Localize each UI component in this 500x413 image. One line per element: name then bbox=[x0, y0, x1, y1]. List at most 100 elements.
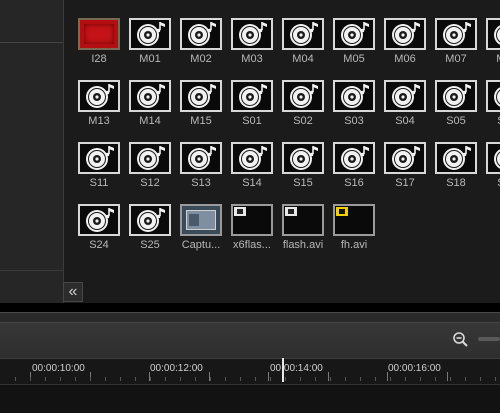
ruler-tick bbox=[387, 372, 388, 381]
tick-label: 00:00:12:00 bbox=[150, 363, 203, 374]
ruler-minor-tick bbox=[210, 377, 211, 381]
media-item[interactable]: M02 bbox=[177, 17, 227, 75]
media-item[interactable]: S25 bbox=[126, 203, 176, 261]
ruler-minor-tick bbox=[180, 377, 181, 381]
music-disc-icon bbox=[486, 18, 500, 50]
media-item[interactable]: flash.avi bbox=[279, 203, 329, 261]
media-item[interactable]: S19 bbox=[483, 141, 500, 199]
left-panel bbox=[0, 0, 64, 303]
timeline-playhead[interactable] bbox=[282, 358, 284, 382]
media-item[interactable]: M13 bbox=[75, 79, 125, 137]
music-disc-icon bbox=[435, 142, 477, 174]
media-item[interactable]: M03 bbox=[228, 17, 278, 75]
media-item[interactable]: S05 bbox=[432, 79, 482, 137]
ruler-minor-tick bbox=[375, 377, 376, 381]
music-disc-icon bbox=[231, 18, 273, 50]
media-item[interactable]: M14 bbox=[126, 79, 176, 137]
media-item[interactable]: S13 bbox=[177, 141, 227, 199]
ruler-minor-tick bbox=[465, 377, 466, 381]
ruler-minor-tick bbox=[165, 377, 166, 381]
music-disc-icon bbox=[384, 18, 426, 50]
music-disc-icon bbox=[282, 142, 324, 174]
music-disc-icon bbox=[486, 142, 500, 174]
ruler-minor-tick bbox=[75, 377, 76, 381]
media-item[interactable]: x6flas... bbox=[228, 203, 278, 261]
collapse-panel-button[interactable]: « bbox=[63, 282, 83, 302]
music-disc-icon bbox=[384, 142, 426, 174]
timeline-toolbar bbox=[0, 312, 500, 358]
media-item[interactable]: S14 bbox=[228, 141, 278, 199]
ruler-tick bbox=[447, 372, 448, 381]
music-disc-icon bbox=[384, 80, 426, 112]
ruler-minor-tick bbox=[195, 377, 196, 381]
ruler-minor-tick bbox=[300, 377, 301, 381]
media-item[interactable]: S24 bbox=[75, 203, 125, 261]
ruler-minor-tick bbox=[15, 377, 16, 381]
toolbar-strip bbox=[0, 313, 500, 323]
media-item-label: S19 bbox=[477, 177, 500, 189]
ruler-minor-tick bbox=[315, 377, 316, 381]
music-disc-icon bbox=[435, 18, 477, 50]
media-item[interactable]: M04 bbox=[279, 17, 329, 75]
media-item[interactable]: M06 bbox=[381, 17, 431, 75]
ruler-tick bbox=[328, 372, 329, 381]
ruler-minor-tick bbox=[225, 377, 226, 381]
media-item[interactable]: S16 bbox=[330, 141, 380, 199]
music-disc-icon bbox=[180, 80, 222, 112]
tick-label: 00:00:16:00 bbox=[388, 363, 441, 374]
media-item[interactable]: M05 bbox=[330, 17, 380, 75]
ruler-tick bbox=[268, 372, 269, 381]
media-item[interactable]: Captu... bbox=[177, 203, 227, 261]
media-item[interactable]: S18 bbox=[432, 141, 482, 199]
ruler-minor-tick bbox=[135, 377, 136, 381]
media-item[interactable]: S02 bbox=[279, 79, 329, 137]
music-disc-icon bbox=[78, 142, 120, 174]
music-disc-icon bbox=[78, 204, 120, 236]
ruler-minor-tick bbox=[285, 377, 286, 381]
ruler-minor-tick bbox=[240, 377, 241, 381]
ruler-minor-tick bbox=[435, 377, 436, 381]
media-item[interactable]: S17 bbox=[381, 141, 431, 199]
media-item[interactable]: S06 bbox=[483, 79, 500, 137]
media-item[interactable]: S11 bbox=[75, 141, 125, 199]
timeline-track[interactable] bbox=[0, 384, 500, 413]
ruler-minor-tick bbox=[30, 377, 31, 381]
media-library-grid: I28 M01 M02 M03 M04 M05 M06 M07 M13 M14 … bbox=[64, 0, 500, 303]
music-disc-icon bbox=[282, 80, 324, 112]
music-disc-icon bbox=[282, 18, 324, 50]
media-item[interactable]: M15 bbox=[177, 79, 227, 137]
music-disc-icon bbox=[78, 80, 120, 112]
media-item[interactable]: S03 bbox=[330, 79, 380, 137]
panel-divider-bottom bbox=[0, 270, 63, 271]
zoom-slider[interactable] bbox=[478, 337, 500, 341]
ruler-minor-tick bbox=[480, 377, 481, 381]
media-item[interactable]: M08 bbox=[483, 17, 500, 75]
ruler-minor-tick bbox=[330, 377, 331, 381]
zoom-out-icon[interactable] bbox=[452, 331, 470, 349]
video-film-icon bbox=[231, 204, 273, 236]
media-item[interactable]: M07 bbox=[432, 17, 482, 75]
panel-bottom-bar bbox=[0, 303, 500, 312]
music-disc-icon bbox=[231, 142, 273, 174]
media-item[interactable]: I28 bbox=[75, 17, 125, 75]
ruler-minor-tick bbox=[450, 377, 451, 381]
ruler-minor-tick bbox=[360, 377, 361, 381]
ruler-minor-tick bbox=[270, 377, 271, 381]
music-disc-icon bbox=[180, 18, 222, 50]
ruler-minor-tick bbox=[255, 377, 256, 381]
ruler-minor-tick bbox=[105, 377, 106, 381]
media-item[interactable]: S01 bbox=[228, 79, 278, 137]
ruler-minor-tick bbox=[405, 377, 406, 381]
media-item-label: M08 bbox=[477, 53, 500, 65]
media-item[interactable]: fh.avi bbox=[330, 203, 380, 261]
video-film-icon bbox=[333, 204, 375, 236]
media-item[interactable]: S04 bbox=[381, 79, 431, 137]
ruler-minor-tick bbox=[150, 377, 151, 381]
ruler-minor-tick bbox=[495, 377, 496, 381]
music-disc-icon bbox=[333, 142, 375, 174]
ruler-minor-tick bbox=[345, 377, 346, 381]
media-item[interactable]: S12 bbox=[126, 141, 176, 199]
media-item[interactable]: S15 bbox=[279, 141, 329, 199]
media-item[interactable]: M01 bbox=[126, 17, 176, 75]
timeline-ruler[interactable]: 00:00:10:00 00:00:12:00 00:00:14:00 00:0… bbox=[0, 358, 500, 384]
